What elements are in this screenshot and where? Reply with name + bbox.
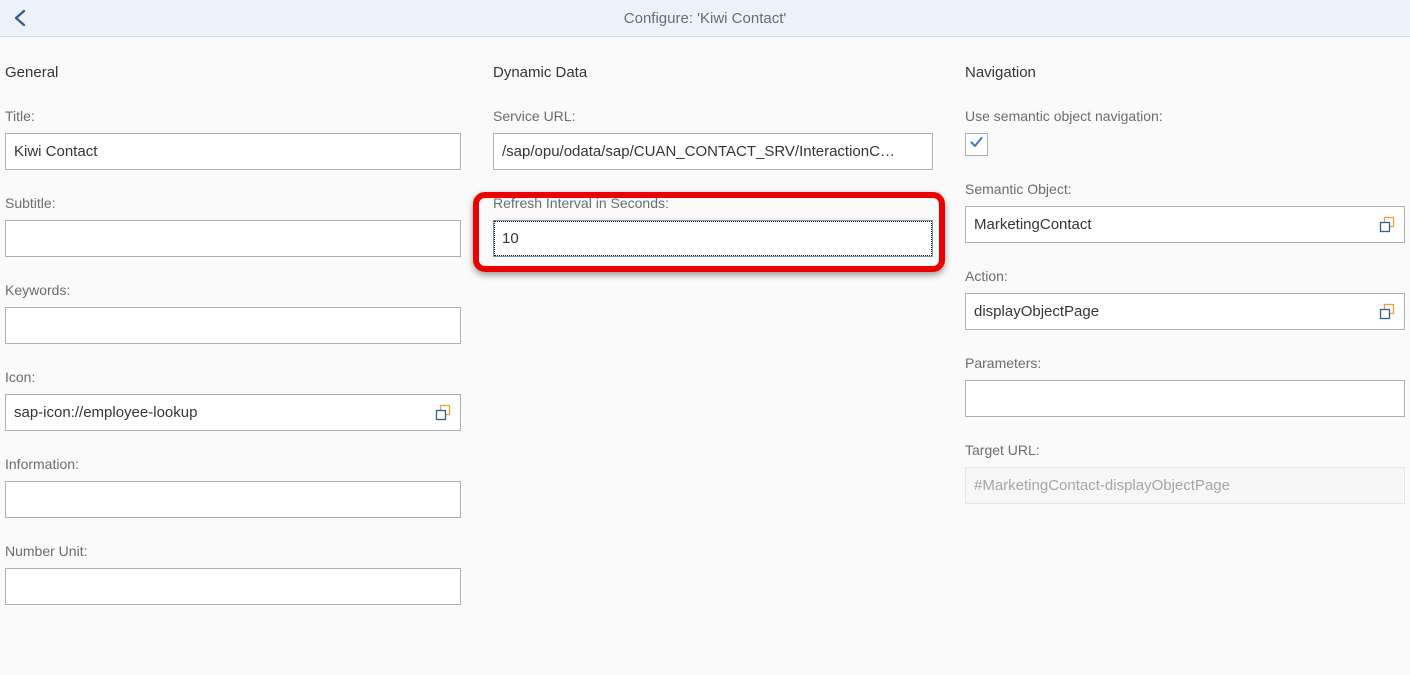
value-help-icon[interactable] [434, 404, 452, 422]
label-parameters: Parameters: [965, 355, 1042, 371]
input-title-value: Kiwi Contact [14, 142, 98, 160]
label-service-url: Service URL: [493, 108, 576, 124]
section-title-dynamic-data: Dynamic Data [493, 64, 588, 81]
checkmark-icon [969, 135, 984, 155]
label-icon: Icon: [5, 369, 36, 385]
input-keywords[interactable] [5, 307, 461, 344]
field-keywords: Keywords: [5, 282, 461, 344]
field-subtitle: Subtitle: [5, 195, 461, 257]
value-help-icon[interactable] [1378, 216, 1396, 234]
field-number-unit: Number Unit: [5, 543, 461, 605]
configure-form: General Title: Kiwi Contact Subtitle: Ke… [0, 38, 1410, 675]
input-service-url-value: /sap/opu/odata/sap/CUAN_CONTACT_SRV/Inte… [502, 142, 895, 160]
section-dynamic-data: Dynamic Data Service URL: /sap/opu/odata… [493, 38, 933, 257]
section-general: General Title: Kiwi Contact Subtitle: Ke… [5, 38, 461, 605]
label-semantic-nav: Use semantic object navigation: [965, 108, 1163, 124]
input-number-unit[interactable] [5, 568, 461, 605]
input-target-url: #MarketingContact-displayObjectPage [965, 467, 1405, 504]
label-number-unit: Number Unit: [5, 543, 88, 559]
label-subtitle: Subtitle: [5, 195, 56, 211]
field-semantic-nav: Use semantic object navigation: [965, 108, 1405, 156]
input-semantic-object-value: MarketingContact [974, 215, 1092, 233]
section-title-general: General [5, 64, 59, 81]
field-information: Information: [5, 456, 461, 518]
section-navigation: Navigation Use semantic object navigatio… [965, 38, 1405, 504]
value-help-icon[interactable] [1378, 303, 1396, 321]
input-refresh-interval[interactable]: 10 [493, 220, 933, 257]
field-title: Title: Kiwi Contact [5, 108, 461, 170]
input-icon-value: sap-icon://employee-lookup [14, 403, 198, 421]
section-title-navigation: Navigation [965, 64, 1036, 81]
field-parameters: Parameters: [965, 355, 1405, 417]
field-refresh-interval: Refresh Interval in Seconds: 10 [493, 195, 933, 257]
input-action-value: displayObjectPage [974, 302, 1100, 320]
field-service-url: Service URL: /sap/opu/odata/sap/CUAN_CON… [493, 108, 933, 170]
field-action: Action: displayObjectPage [965, 268, 1405, 330]
label-action: Action: [965, 268, 1008, 284]
label-target-url: Target URL: [965, 442, 1040, 458]
input-target-url-value: #MarketingContact-displayObjectPage [974, 476, 1230, 494]
back-button[interactable] [0, 0, 40, 36]
input-semantic-object[interactable]: MarketingContact [965, 206, 1405, 243]
label-semantic-object: Semantic Object: [965, 181, 1072, 197]
label-refresh-interval: Refresh Interval in Seconds: [493, 195, 669, 211]
field-target-url: Target URL: #MarketingContact-displayObj… [965, 442, 1405, 504]
label-information: Information: [5, 456, 79, 472]
input-title[interactable]: Kiwi Contact [5, 133, 461, 170]
label-keywords: Keywords: [5, 282, 71, 298]
field-semantic-object: Semantic Object: MarketingContact [965, 181, 1405, 243]
input-icon[interactable]: sap-icon://employee-lookup [5, 394, 461, 431]
semantic-nav-checkbox[interactable] [965, 133, 988, 156]
input-subtitle[interactable] [5, 220, 461, 257]
label-title: Title: [5, 108, 35, 124]
input-information[interactable] [5, 481, 461, 518]
input-refresh-interval-value: 10 [502, 229, 519, 247]
field-icon: Icon: sap-icon://employee-lookup [5, 369, 461, 431]
page-title: Configure: 'Kiwi Contact' [623, 9, 787, 27]
semantic-nav-checkbox-wrap [965, 133, 1405, 156]
input-service-url[interactable]: /sap/opu/odata/sap/CUAN_CONTACT_SRV/Inte… [493, 133, 933, 170]
input-parameters[interactable] [965, 380, 1405, 417]
page-header: Configure: 'Kiwi Contact' [0, 0, 1410, 37]
input-action[interactable]: displayObjectPage [965, 293, 1405, 330]
chevron-left-icon [13, 8, 27, 28]
